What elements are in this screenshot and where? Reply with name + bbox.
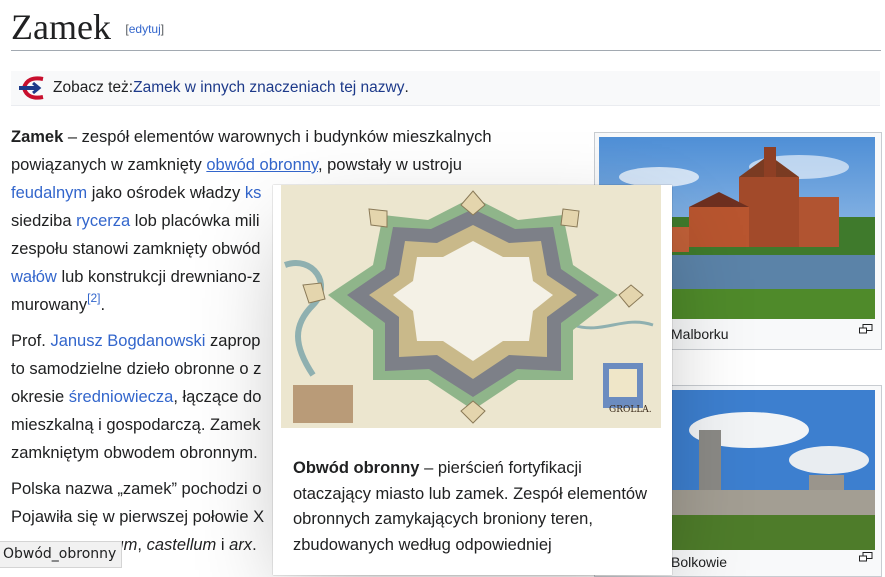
popup-title: Obwód obronny xyxy=(293,459,420,477)
link-janusz-bogdanowski[interactable]: Janusz Bogdanowski xyxy=(50,332,205,350)
fortification-map-image: GROLLA. xyxy=(273,185,672,428)
popup-extract: Obwód obronny – pierścień fortyfikacji o… xyxy=(293,456,655,558)
link-obwod-obronny[interactable]: obwód obronny xyxy=(206,156,318,174)
edit-link[interactable]: edytuj xyxy=(129,22,161,36)
enlarge-icon[interactable] xyxy=(859,552,873,562)
status-bar-url: Obwód_obronny xyxy=(0,541,123,568)
link-sredniowiecza[interactable]: średniowiecza xyxy=(69,388,174,406)
hatnote-link[interactable]: Zamek w innych znaczeniach tej nazwy xyxy=(133,79,404,97)
page-heading: Zamek [edytuj] xyxy=(11,6,881,51)
disambiguation-icon xyxy=(19,76,44,100)
link-rycerza[interactable]: rycerza xyxy=(76,212,130,230)
map-label: GROLLA. xyxy=(609,405,652,415)
page-title: Zamek xyxy=(11,7,111,47)
enlarge-icon[interactable] xyxy=(859,324,873,334)
reference-2[interactable]: [2] xyxy=(87,291,100,305)
term-bold: Zamek xyxy=(11,128,64,146)
link-ks[interactable]: ks xyxy=(245,184,262,202)
hatnote: Zobacz też: Zamek w innych znaczeniach t… xyxy=(11,71,880,106)
link-walow[interactable]: wałów xyxy=(11,268,57,286)
hatnote-prefix: Zobacz też: xyxy=(53,79,134,96)
link-feudalnym[interactable]: feudalnym xyxy=(11,184,87,202)
thumbnail-caption: Malborku xyxy=(671,326,729,342)
edit-section: [edytuj] xyxy=(125,22,165,36)
link-preview-popup[interactable]: GROLLA. Obwód obronny – pierścień fortyf… xyxy=(273,185,672,575)
